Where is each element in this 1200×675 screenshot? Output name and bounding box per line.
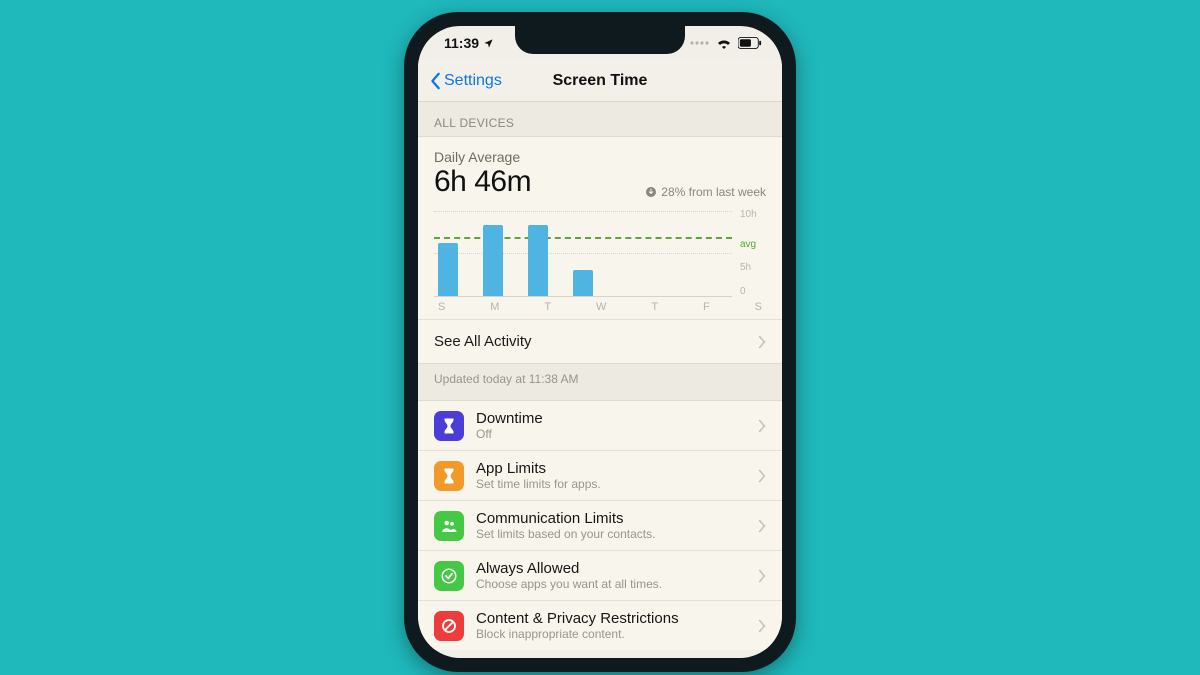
chevron-right-icon: [758, 569, 766, 583]
settings-row-app-limits[interactable]: App LimitsSet time limits for apps.: [418, 451, 782, 501]
chevron-right-icon: [758, 419, 766, 433]
chart-bar: [483, 225, 503, 296]
row-title: App Limits: [476, 460, 746, 477]
chevron-right-icon: [758, 519, 766, 533]
row-subtitle: Set time limits for apps.: [476, 477, 746, 491]
row-subtitle: Choose apps you want at all times.: [476, 577, 746, 591]
chart-bar: [438, 243, 458, 296]
updated-note: Updated today at 11:38 AM: [418, 364, 782, 400]
block-icon: [434, 611, 464, 641]
notch: [515, 26, 685, 54]
status-time: 11:39: [444, 35, 479, 51]
summary-card: Daily Average 6h 46m 28% from last week: [418, 136, 782, 364]
screen-time-options: DowntimeOffApp LimitsSet time limits for…: [418, 400, 782, 650]
hourglass-icon: [434, 411, 464, 441]
usage-chart: 10h avg 5h 0: [418, 203, 782, 299]
nav-bar: Settings Screen Time: [418, 60, 782, 102]
chevron-left-icon: [430, 72, 442, 90]
settings-row-content-privacy-restrictions[interactable]: Content & Privacy RestrictionsBlock inap…: [418, 601, 782, 650]
row-title: Always Allowed: [476, 560, 746, 577]
row-subtitle: Off: [476, 427, 746, 441]
settings-row-always-allowed[interactable]: Always AllowedChoose apps you want at al…: [418, 551, 782, 601]
chart-x-labels: SMTWTFS: [418, 299, 782, 319]
hourglass-icon: [434, 461, 464, 491]
row-subtitle: Set limits based on your contacts.: [476, 527, 746, 541]
chevron-right-icon: [758, 619, 766, 633]
chart-y-labels: 10h avg 5h 0: [740, 209, 766, 297]
chevron-right-icon: [758, 335, 766, 349]
chart-bar: [573, 270, 593, 296]
battery-icon: [738, 37, 762, 49]
people-icon: [434, 511, 464, 541]
daily-average-label: Daily Average: [434, 149, 766, 165]
section-header-all-devices: ALL DEVICES: [418, 102, 782, 136]
signal-dots-icon: [690, 39, 710, 47]
check-icon: [434, 561, 464, 591]
see-all-activity-link[interactable]: See All Activity: [418, 319, 782, 363]
back-button[interactable]: Settings: [430, 72, 502, 90]
phone-screen: 11:39 Settings Screen Time ALL DEVICES D…: [418, 26, 782, 658]
arrow-down-icon: [645, 186, 657, 198]
row-title: Content & Privacy Restrictions: [476, 610, 746, 627]
back-label: Settings: [444, 72, 502, 90]
chart-bar: [528, 225, 548, 296]
row-subtitle: Block inappropriate content.: [476, 627, 746, 641]
location-icon: [483, 38, 494, 49]
chevron-right-icon: [758, 469, 766, 483]
page-title: Screen Time: [553, 72, 648, 90]
settings-row-downtime[interactable]: DowntimeOff: [418, 401, 782, 451]
row-title: Downtime: [476, 410, 746, 427]
wifi-icon: [716, 37, 732, 49]
delta-from-last-week: 28% from last week: [645, 185, 766, 199]
phone-frame: 11:39 Settings Screen Time ALL DEVICES D…: [404, 12, 796, 672]
daily-average-value: 6h 46m: [434, 165, 531, 199]
row-title: Communication Limits: [476, 510, 746, 527]
settings-row-communication-limits[interactable]: Communication LimitsSet limits based on …: [418, 501, 782, 551]
